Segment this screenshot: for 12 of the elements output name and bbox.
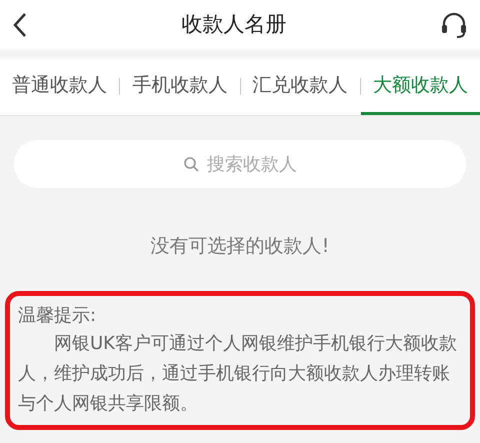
tab[interactable]: 汇兑收款人 xyxy=(240,58,360,115)
headset-icon[interactable] xyxy=(440,11,468,39)
page-title: 收款人名册 xyxy=(182,11,286,38)
tip-text: 网银UK客户可通过个人网银维护手机银行大额收款人，维护成功后，通过手机银行向大额收款人办理转账与个人网银共享限额。 xyxy=(18,332,458,416)
tip-title: 温馨提示: xyxy=(18,304,98,328)
empty-message: 没有可选择的收款人! xyxy=(150,234,330,259)
back-icon[interactable] xyxy=(12,12,28,38)
tab[interactable]: 大额收款人 xyxy=(360,58,480,115)
search-placeholder: 搜索收款人 xyxy=(207,152,297,176)
tab[interactable]: 普通收款人 xyxy=(0,58,120,115)
search-icon xyxy=(183,156,199,172)
tab[interactable]: 手机收款人 xyxy=(120,58,240,115)
